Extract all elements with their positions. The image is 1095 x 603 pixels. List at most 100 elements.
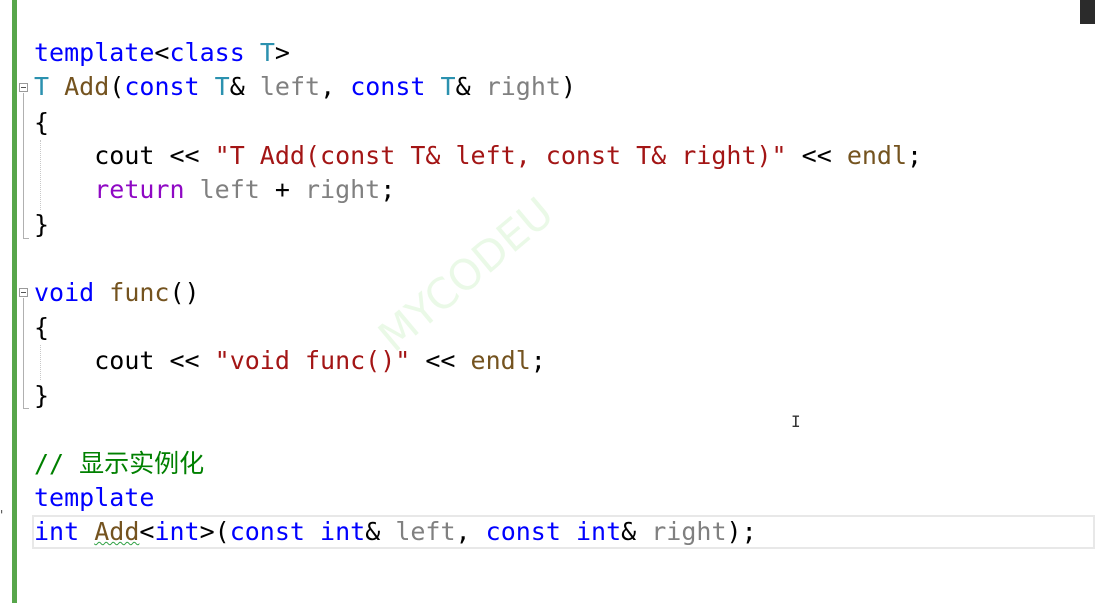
token-control-keyword: return [94,175,185,204]
token-punct: & [621,517,637,546]
token-identifier: cout [94,141,155,170]
code-line-10[interactable]: } [34,379,49,413]
fold-guide-add-end [23,238,29,239]
token-function: endl [846,141,908,170]
token-keyword: int [154,517,200,546]
token-operator: << [154,346,215,375]
token-string: "void func()" [214,346,411,375]
token-keyword: template [34,483,155,512]
token-punct: > [274,38,290,67]
token-punct: ; [907,141,923,170]
token-punct: , [320,72,351,101]
token-string: "T Add(const T& left, const T& right)" [214,141,787,170]
code-line-6[interactable]: } [34,208,49,242]
change-tracking-bar [12,0,17,603]
token-operator: << [154,141,215,170]
token-keyword: class [169,38,245,67]
code-line-3[interactable]: { [34,106,49,140]
token-keyword: int [575,517,622,546]
code-editor[interactable]: ' MYCODEU template<class T> T Add(const … [0,0,1095,603]
token-keyword: template [34,38,155,67]
token-type: T [440,72,456,101]
token-keyword: const [350,72,426,101]
fold-toggle-func-icon[interactable] [19,288,28,297]
token-brace: } [34,381,50,410]
token-brace: } [34,210,50,239]
token-punct: , [455,517,486,546]
code-line-5[interactable]: return left + right; [34,173,395,207]
token-brace: { [34,108,50,137]
code-line-4[interactable]: cout << "T Add(const T& left, const T& r… [34,139,922,173]
token-punct: () [169,278,200,307]
fold-guide-func-end [23,408,29,409]
code-line-9[interactable]: cout << "void func()" << endl; [34,344,546,378]
token-function-squiggle: Add [94,517,140,546]
token-keyword: void [34,278,95,307]
token-type: T [214,72,230,101]
code-line-12[interactable]: template [34,481,154,515]
token-type: T [34,72,50,101]
token-punct: & [455,72,471,101]
token-punct: < [139,517,155,546]
token-punct: ( [109,72,125,101]
token-keyword: const [124,72,200,101]
token-function: func [109,278,170,307]
code-line-8[interactable]: { [34,311,49,345]
fold-guide-func [23,298,24,409]
token-function: Add [64,72,110,101]
token-punct: ); [726,517,757,546]
token-parameter: right [485,72,561,101]
token-keyword: const [485,517,561,546]
token-brace: { [34,313,50,342]
code-line-7[interactable]: void func() [34,276,200,310]
token-punct: ; [380,175,396,204]
margin-glyph: ' [0,508,4,522]
scrollbar-corner [1080,0,1095,24]
code-line-1[interactable]: template<class T> [34,36,290,70]
fold-guide-add [23,93,24,239]
token-keyword: int [34,517,80,546]
token-parameter: left [199,175,260,204]
token-punct: & [229,72,245,101]
code-line-2[interactable]: T Add(const T& left, const T& right) [34,70,576,104]
token-operator: << [786,141,847,170]
token-type: T [259,38,275,67]
watermark: MYCODEU [369,187,563,362]
token-punct: < [154,38,170,67]
code-line-11[interactable]: // 显示实例化 [34,447,204,481]
token-parameter: right [304,175,381,204]
token-operator: + [259,175,305,204]
token-keyword: const [229,517,305,546]
token-parameter: left [395,517,456,546]
token-identifier: cout [94,346,155,375]
fold-toggle-add-icon[interactable] [19,83,28,92]
token-punct: & [365,517,381,546]
code-line-13[interactable]: int Add<int>(const int& left, const int&… [34,515,757,549]
token-function: endl [470,346,531,375]
token-punct: ) [560,72,577,101]
token-comment: // 显示实例化 [34,449,205,478]
token-parameter: left [259,72,321,101]
token-keyword: int [320,517,366,546]
token-punct: >( [199,517,230,546]
token-parameter: right [651,517,727,546]
token-operator: << [410,346,471,375]
text-cursor-icon: I [791,412,801,431]
token-punct: ; [530,346,546,375]
